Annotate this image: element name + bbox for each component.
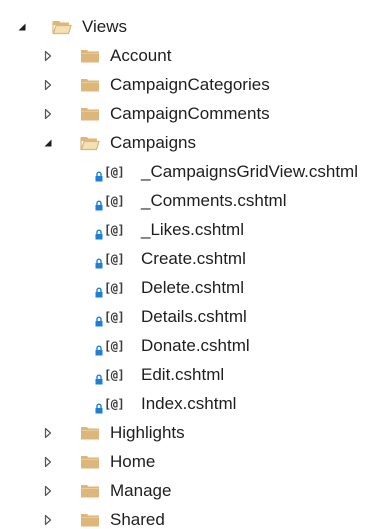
expanded-arrow-icon[interactable] <box>42 137 54 149</box>
tree-item-label: Manage <box>110 481 172 500</box>
collapsed-arrow-icon[interactable] <box>42 50 54 62</box>
tree-folder-manage[interactable]: Manage <box>0 476 384 505</box>
razor-file-icon: [@] <box>104 194 125 208</box>
folder-icon <box>80 77 100 93</box>
collapsed-arrow-icon[interactable] <box>42 514 54 526</box>
lock-icon <box>95 283 103 297</box>
tree-file-edit[interactable]: [@] Edit.cshtml <box>0 360 384 389</box>
tree-file-details[interactable]: [@] Details.cshtml <box>0 302 384 331</box>
tree-item-label: Home <box>110 452 156 471</box>
collapsed-arrow-icon[interactable] <box>42 79 54 91</box>
tree-item-label: Highlights <box>110 423 185 442</box>
locked-razor-file-icon: [@] <box>95 222 127 239</box>
locked-razor-file-icon: [@] <box>95 396 127 413</box>
folder-icon <box>80 106 100 122</box>
lock-icon <box>95 341 103 355</box>
collapsed-arrow-icon[interactable] <box>42 108 54 120</box>
lock-icon <box>95 196 103 210</box>
expanded-arrow-icon[interactable] <box>16 21 28 33</box>
folder-icon <box>80 512 100 528</box>
tree-item-label: Index.cshtml <box>141 394 237 413</box>
locked-razor-file-icon: [@] <box>95 309 127 326</box>
folder-icon <box>80 483 100 499</box>
tree-item-label: Account <box>110 46 172 65</box>
razor-file-icon: [@] <box>104 310 125 324</box>
tree-item-label: Campaigns <box>110 133 196 152</box>
tree-file-donate[interactable]: [@] Donate.cshtml <box>0 331 384 360</box>
razor-file-icon: [@] <box>104 397 125 411</box>
tree-file-campaignsgridview[interactable]: [@] _CampaignsGridView.cshtml <box>0 157 384 186</box>
tree-file-delete[interactable]: [@] Delete.cshtml <box>0 273 384 302</box>
razor-file-icon: [@] <box>104 281 125 295</box>
tree-folder-home[interactable]: Home <box>0 447 384 476</box>
tree-folder-highlights[interactable]: Highlights <box>0 418 384 447</box>
folder-icon <box>80 425 100 441</box>
tree-item-label: _CampaignsGridView.cshtml <box>141 162 358 181</box>
collapsed-arrow-icon[interactable] <box>42 427 54 439</box>
open-folder-icon <box>80 135 100 151</box>
tree-item-label: Create.cshtml <box>141 249 246 268</box>
lock-icon <box>95 254 103 268</box>
tree-item-label: _Comments.cshtml <box>141 191 287 210</box>
tree-file-likes[interactable]: [@] _Likes.cshtml <box>0 215 384 244</box>
locked-razor-file-icon: [@] <box>95 251 127 268</box>
locked-razor-file-icon: [@] <box>95 193 127 210</box>
tree-item-label: Shared <box>110 510 165 529</box>
razor-file-icon: [@] <box>104 223 125 237</box>
lock-icon <box>95 370 103 384</box>
tree-item-label: CampaignCategories <box>110 75 270 94</box>
tree-file-index[interactable]: [@] Index.cshtml <box>0 389 384 418</box>
lock-icon <box>95 399 103 413</box>
collapsed-arrow-icon[interactable] <box>42 456 54 468</box>
tree-file-create[interactable]: [@] Create.cshtml <box>0 244 384 273</box>
tree-folder-campaigncategories[interactable]: CampaignCategories <box>0 70 384 99</box>
razor-file-icon: [@] <box>104 165 125 179</box>
lock-icon <box>95 312 103 326</box>
tree-folder-account[interactable]: Account <box>0 41 384 70</box>
tree-item-label: Donate.cshtml <box>141 336 250 355</box>
tree-folder-campaigncomments[interactable]: CampaignComments <box>0 99 384 128</box>
tree-item-label: _Likes.cshtml <box>141 220 244 239</box>
locked-razor-file-icon: [@] <box>95 338 127 355</box>
razor-file-icon: [@] <box>104 252 125 266</box>
tree-item-label: Edit.cshtml <box>141 365 225 384</box>
collapsed-arrow-icon[interactable] <box>42 485 54 497</box>
tree-file-comments[interactable]: [@] _Comments.cshtml <box>0 186 384 215</box>
tree-folder-campaigns[interactable]: Campaigns <box>0 128 384 157</box>
tree-item-label: CampaignComments <box>110 104 270 123</box>
lock-icon <box>95 167 103 181</box>
lock-icon <box>95 225 103 239</box>
tree-item-label: Views <box>82 17 128 36</box>
razor-file-icon: [@] <box>104 339 125 353</box>
locked-razor-file-icon: [@] <box>95 164 127 181</box>
folder-icon <box>80 454 100 470</box>
razor-file-icon: [@] <box>104 368 125 382</box>
tree-folder-shared[interactable]: Shared <box>0 505 384 529</box>
locked-razor-file-icon: [@] <box>95 280 127 297</box>
tree-folder-views[interactable]: Views <box>0 12 384 41</box>
open-folder-icon <box>52 19 72 35</box>
tree-item-label: Delete.cshtml <box>141 278 244 297</box>
tree-item-label: Details.cshtml <box>141 307 247 326</box>
folder-icon <box>80 48 100 64</box>
solution-explorer-tree: Views Account CampaignCategories CampaignCo… <box>0 0 384 529</box>
locked-razor-file-icon: [@] <box>95 367 127 384</box>
